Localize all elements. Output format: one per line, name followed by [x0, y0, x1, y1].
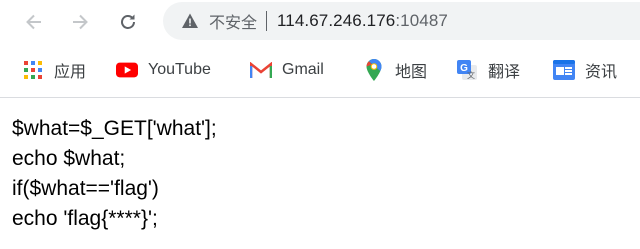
security-label[interactable]: 不安全 [209, 9, 257, 33]
bookmark-youtube[interactable]: YouTube [116, 58, 211, 82]
bookmark-gmail[interactable]: Gmail [250, 58, 324, 82]
back-button[interactable] [21, 9, 47, 35]
address-separator [266, 11, 268, 31]
bookmark-label: 翻译 [488, 64, 521, 81]
code-line: echo 'flag{****}'; [12, 207, 158, 230]
url-host[interactable]: 114.67.246.176 [277, 11, 395, 31]
bookmark-label: YouTube [148, 61, 211, 78]
code-line: $what=$_GET['what']; [12, 117, 217, 140]
reload-button[interactable] [115, 9, 141, 35]
bookmark-label: Gmail [282, 61, 324, 78]
forward-button[interactable] [67, 9, 93, 35]
bookmark-maps[interactable]: 地图 [363, 58, 427, 82]
arrow-left-icon [26, 14, 41, 30]
bookmarks-bar: 应用 YouTube Gmail 地图 G文 翻译 资讯 [0, 43, 640, 98]
bookmark-translate[interactable]: G文 翻译 [456, 58, 520, 82]
youtube-icon [116, 59, 138, 81]
gmail-icon [250, 59, 272, 81]
maps-pin-icon [363, 59, 385, 81]
address-bar[interactable]: 不安全 114.67.246.176:10487 [163, 2, 640, 40]
arrow-right-icon [73, 14, 88, 30]
browser-toolbar: 不安全 114.67.246.176:10487 [0, 0, 640, 43]
warning-triangle-icon [181, 12, 199, 30]
reload-icon [121, 14, 135, 29]
code-line: if($what=='flag') [12, 177, 159, 200]
bookmark-apps[interactable]: 应用 [22, 58, 86, 82]
bookmark-label: 应用 [54, 64, 87, 81]
news-icon [553, 59, 575, 81]
apps-grid-icon [22, 59, 44, 81]
bookmark-label: 地图 [395, 64, 428, 81]
bookmark-label: 资讯 [585, 64, 618, 81]
svg-text:文: 文 [467, 70, 475, 80]
bookmark-news[interactable]: 资讯 [553, 58, 617, 82]
translate-icon: G文 [456, 59, 478, 81]
code-line: echo $what; [12, 147, 126, 170]
url-port[interactable]: :10487 [395, 11, 448, 31]
page-content: $what=$_GET['what']; echo $what; if($wha… [12, 114, 217, 234]
